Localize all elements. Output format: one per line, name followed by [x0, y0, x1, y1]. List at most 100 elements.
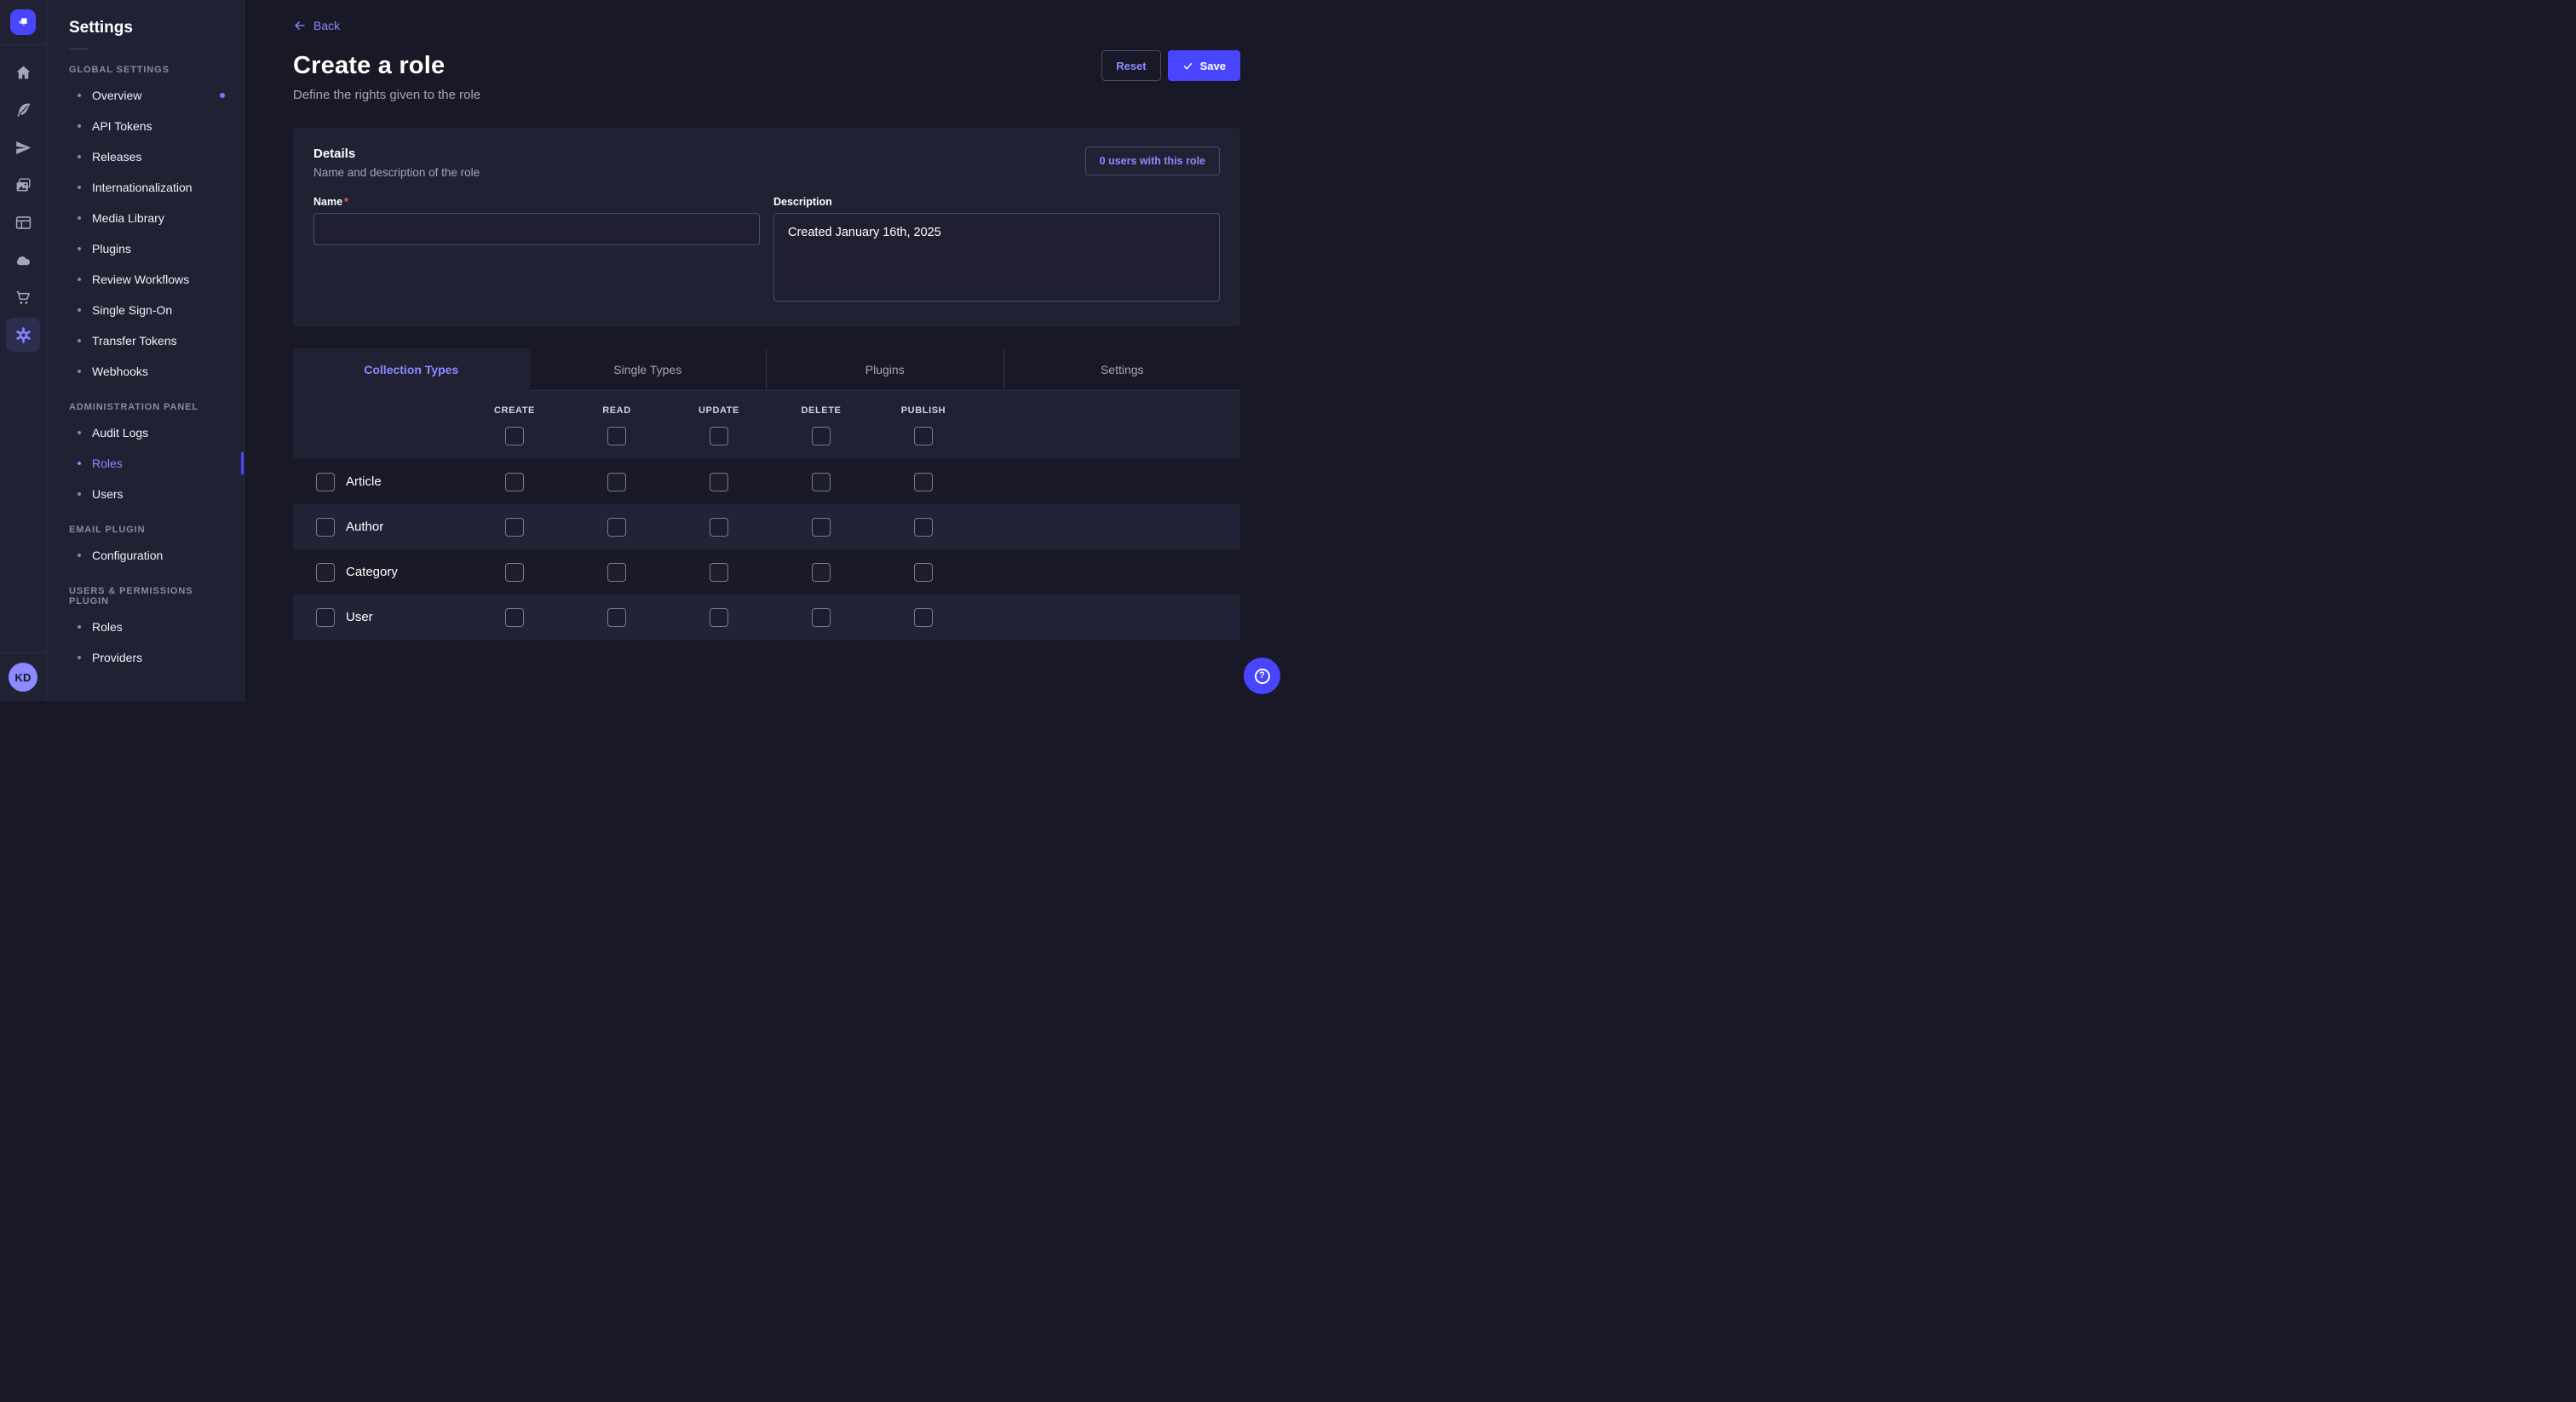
content-type-label: Article — [346, 474, 382, 489]
main-nav-item-home[interactable] — [6, 55, 40, 89]
cell-user-update — [668, 608, 770, 627]
notification-dot — [220, 93, 225, 98]
permissions-table: CREATEREADUPDATEDELETEPUBLISH ArticleAut… — [293, 391, 1240, 640]
checkbox-author-update[interactable] — [710, 518, 728, 537]
cell-article-delete — [770, 473, 872, 491]
sidebar-item-transfer-tokens[interactable]: Transfer Tokens — [60, 325, 230, 356]
checkbox-category-read[interactable] — [607, 563, 626, 582]
main-nav-item-cart[interactable] — [6, 280, 40, 314]
content-type-label: Author — [346, 520, 383, 534]
checkbox-article-create[interactable] — [505, 473, 524, 491]
tab-collection-types[interactable]: Collection Types — [293, 348, 530, 391]
column-label-publish: PUBLISH — [901, 405, 946, 416]
checkbox-user-create[interactable] — [505, 608, 524, 627]
cell-category-delete — [770, 563, 872, 582]
column-header-read: READ — [566, 405, 668, 445]
checkbox-user-delete[interactable] — [812, 608, 831, 627]
bullet-icon — [78, 216, 81, 220]
checkbox-article-read[interactable] — [607, 473, 626, 491]
checkbox-author-create[interactable] — [505, 518, 524, 537]
sidebar-item-overview[interactable]: Overview — [60, 80, 230, 111]
checkbox-author-delete[interactable] — [812, 518, 831, 537]
tab-plugins[interactable]: Plugins — [766, 348, 1003, 391]
sidebar-item-roles[interactable]: Roles — [60, 612, 230, 642]
paper-plane-icon — [14, 139, 32, 157]
select-all-checkbox-create[interactable] — [505, 427, 524, 445]
sidebar-item-api-tokens[interactable]: API Tokens — [60, 111, 230, 141]
select-all-checkbox-update[interactable] — [710, 427, 728, 445]
sidebar-item-label: Plugins — [92, 242, 131, 256]
column-label-delete: DELETE — [802, 405, 842, 416]
row-checkbox-user[interactable] — [316, 608, 335, 627]
checkbox-category-publish[interactable] — [914, 563, 933, 582]
cell-category-publish — [872, 563, 975, 582]
sidebar-item-webhooks[interactable]: Webhooks — [60, 356, 230, 387]
checkbox-article-publish[interactable] — [914, 473, 933, 491]
main-nav-item-layout[interactable] — [6, 205, 40, 239]
sidebar-item-label: Roles — [92, 457, 123, 470]
row-label-cell-author: Author — [293, 518, 463, 537]
users-with-role-button[interactable]: 0 users with this role — [1085, 147, 1220, 175]
divider — [0, 652, 46, 653]
row-checkbox-category[interactable] — [316, 563, 335, 582]
avatar[interactable]: KD — [9, 663, 37, 692]
checkbox-user-read[interactable] — [607, 608, 626, 627]
checkbox-category-delete[interactable] — [812, 563, 831, 582]
sidebar-item-audit-logs[interactable]: Audit Logs — [60, 417, 230, 448]
checkbox-article-update[interactable] — [710, 473, 728, 491]
app-root: KD Settings GLOBAL SETTINGSOverviewAPI T… — [0, 0, 1288, 701]
name-input[interactable] — [313, 213, 760, 245]
sidebar-item-configuration[interactable]: Configuration — [60, 540, 230, 571]
cell-author-read — [566, 518, 668, 537]
row-label-cell-user: User — [293, 608, 463, 627]
tab-settings[interactable]: Settings — [1003, 348, 1241, 391]
help-button[interactable]: ? — [1244, 658, 1280, 694]
settings-title: Settings — [69, 19, 230, 37]
sidebar-item-plugins[interactable]: Plugins — [60, 233, 230, 264]
select-all-checkbox-read[interactable] — [607, 427, 626, 445]
checkbox-article-delete[interactable] — [812, 473, 831, 491]
main-nav-item-feather[interactable] — [6, 93, 40, 127]
main-nav-item-gear[interactable] — [6, 318, 40, 352]
main-nav-item-media-library[interactable] — [6, 168, 40, 202]
description-textarea[interactable]: Created January 16th, 2025 — [773, 213, 1220, 302]
cloud-icon — [14, 251, 32, 269]
checkbox-author-publish[interactable] — [914, 518, 933, 537]
row-checkbox-author[interactable] — [316, 518, 335, 537]
sidebar-item-label: Audit Logs — [92, 426, 148, 440]
checkbox-user-publish[interactable] — [914, 608, 933, 627]
sidebar-item-single-sign-on[interactable]: Single Sign-On — [60, 295, 230, 325]
save-button[interactable]: Save — [1168, 50, 1240, 81]
sidebar-item-review-workflows[interactable]: Review Workflows — [60, 264, 230, 295]
checkbox-author-read[interactable] — [607, 518, 626, 537]
sidebar-item-providers[interactable]: Providers — [60, 642, 230, 673]
sidebar-item-label: Configuration — [92, 549, 163, 562]
back-link[interactable]: Back — [293, 19, 340, 32]
checkbox-category-create[interactable] — [505, 563, 524, 582]
tab-single-types[interactable]: Single Types — [530, 348, 767, 391]
sidebar-item-label: Transfer Tokens — [92, 334, 177, 348]
checkbox-category-update[interactable] — [710, 563, 728, 582]
bullet-icon — [78, 492, 81, 496]
cell-author-publish — [872, 518, 975, 537]
select-all-checkbox-delete[interactable] — [812, 427, 831, 445]
reset-button[interactable]: Reset — [1101, 50, 1160, 81]
cell-author-delete — [770, 518, 872, 537]
row-checkbox-article[interactable] — [316, 473, 335, 491]
sidebar-item-users[interactable]: Users — [60, 479, 230, 509]
checkbox-user-update[interactable] — [710, 608, 728, 627]
sidebar-item-releases[interactable]: Releases — [60, 141, 230, 172]
sidebar-item-label: Providers — [92, 651, 142, 664]
main-nav-item-paper-plane[interactable] — [6, 130, 40, 164]
strapi-logo[interactable] — [10, 9, 36, 35]
settings-sidebar: Settings GLOBAL SETTINGSOverviewAPI Toke… — [47, 0, 244, 701]
main-nav-item-cloud[interactable] — [6, 243, 40, 277]
sidebar-item-media-library[interactable]: Media Library — [60, 203, 230, 233]
cell-category-create — [463, 563, 566, 582]
sidebar-item-internationalization[interactable]: Internationalization — [60, 172, 230, 203]
sidebar-item-roles[interactable]: Roles — [60, 448, 230, 479]
sidebar-item-label: Media Library — [92, 211, 164, 225]
cell-category-read — [566, 563, 668, 582]
select-all-checkbox-publish[interactable] — [914, 427, 933, 445]
main-nav: KD — [0, 0, 47, 701]
